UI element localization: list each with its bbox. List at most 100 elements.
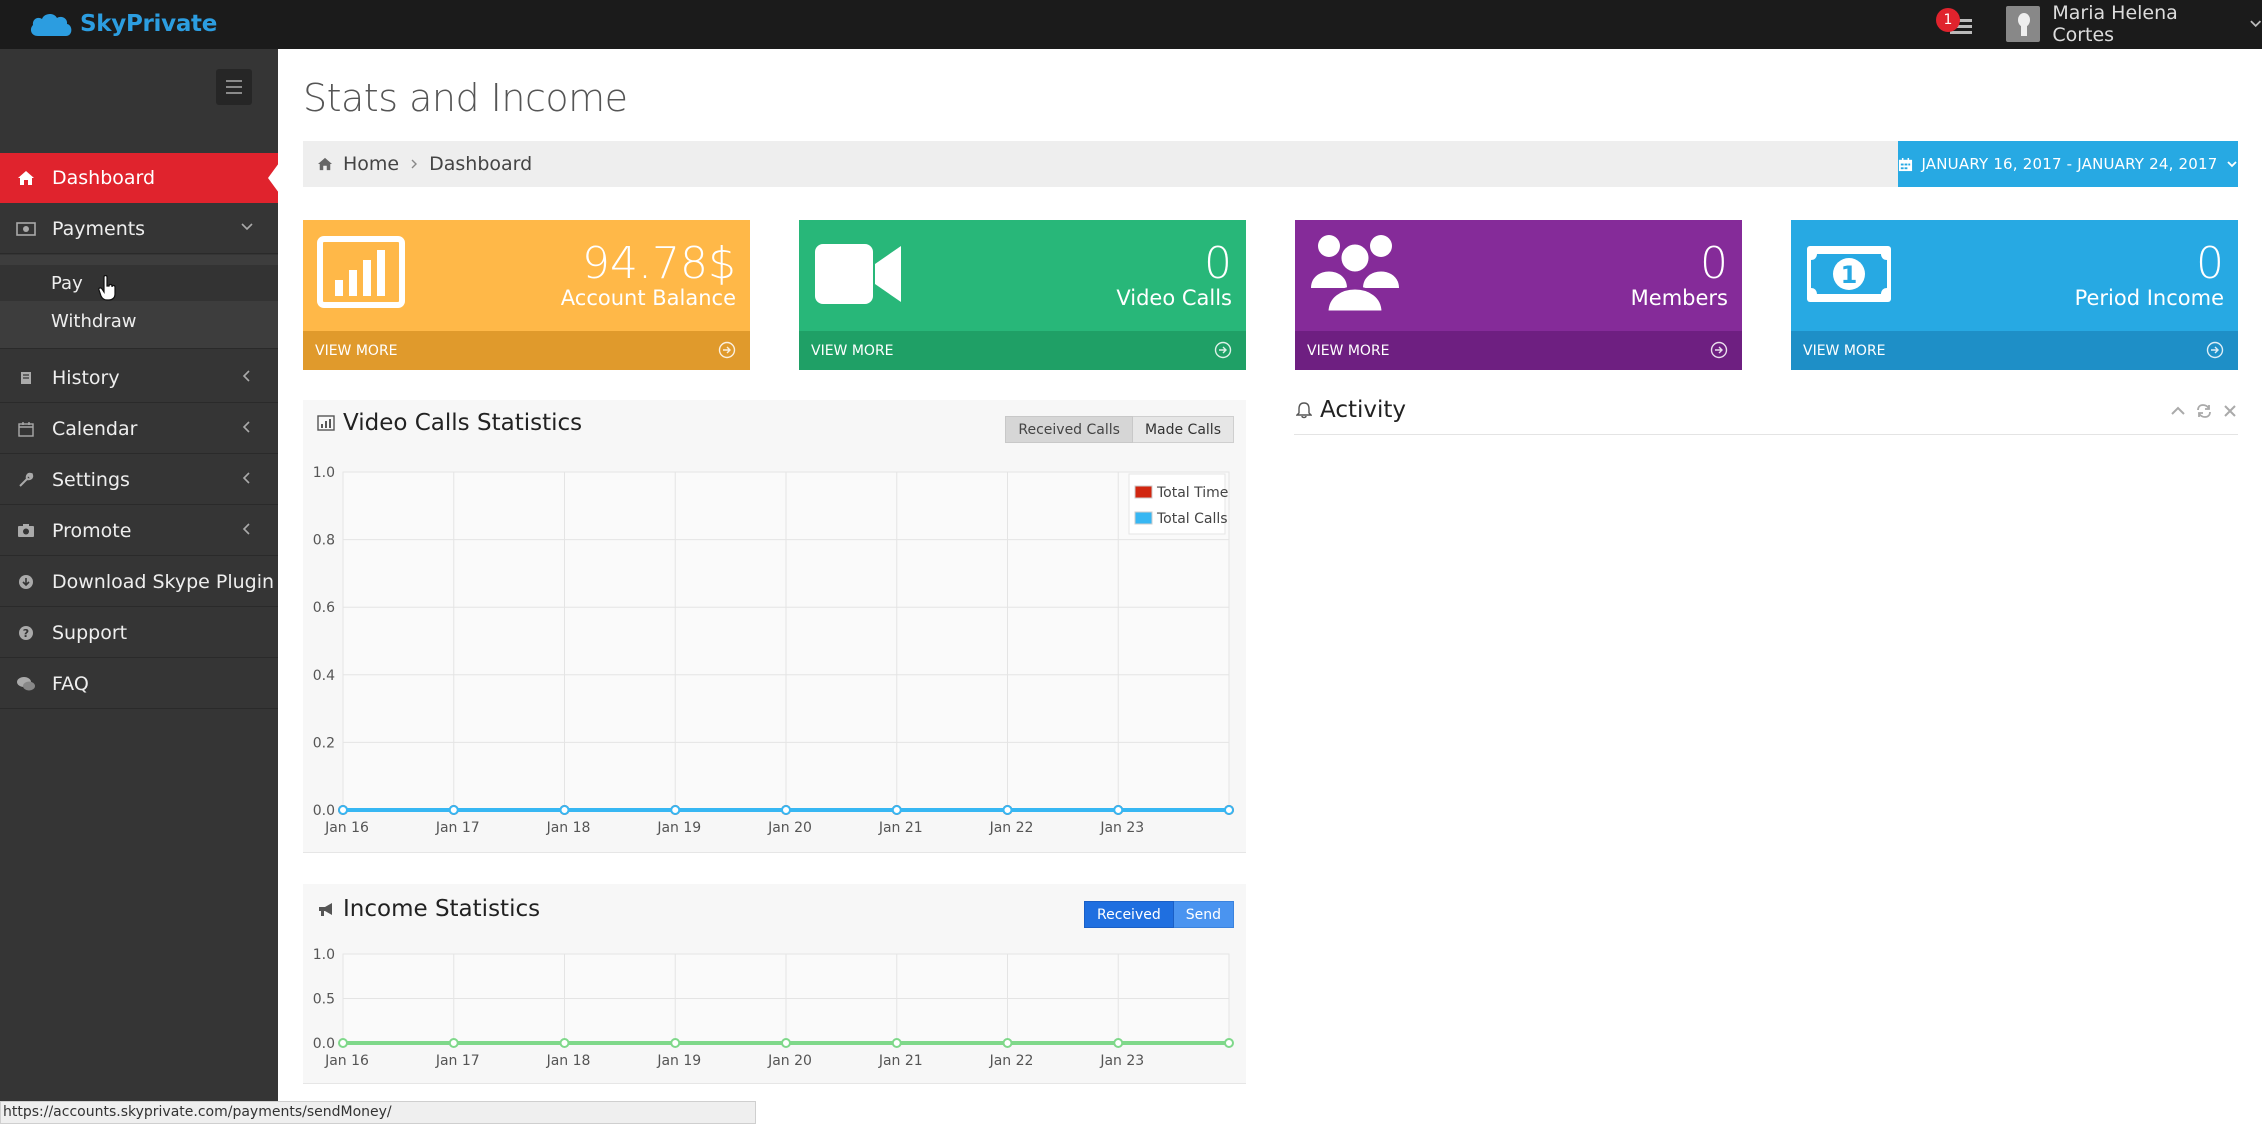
breadcrumb-home-link[interactable]: Home bbox=[343, 153, 399, 175]
x-tick-label: Jan 17 bbox=[435, 820, 480, 836]
logo[interactable]: SkyPrivate bbox=[28, 6, 217, 42]
activity-panel: Activity bbox=[1294, 395, 2238, 435]
breadcrumb-current: Dashboard bbox=[429, 153, 533, 175]
card-label: Members bbox=[1630, 286, 1728, 310]
income-panel: Income Statistics Received Send 1.0 0.5 0.… bbox=[303, 884, 1246, 1084]
x-tick-label: Jan 21 bbox=[878, 1053, 923, 1069]
data-point bbox=[891, 805, 902, 815]
x-tick-label: Jan 22 bbox=[989, 1053, 1034, 1069]
bar-chart-icon bbox=[317, 236, 405, 308]
bell-icon bbox=[1296, 402, 1312, 419]
arrow-circle-right-icon bbox=[1214, 341, 1232, 359]
view-more-label: VIEW MORE bbox=[811, 342, 894, 359]
legend-swatch bbox=[1134, 511, 1153, 525]
data-point bbox=[448, 805, 459, 815]
sidebar-item-label: Promote bbox=[52, 519, 132, 542]
chevron-left-icon bbox=[242, 523, 250, 535]
comments-icon bbox=[0, 676, 52, 692]
legend-swatch bbox=[1134, 485, 1153, 499]
date-range-button[interactable]: JANUARY 16, 2017 - JANUARY 24, 2017 bbox=[1898, 141, 2238, 187]
question-icon: ? bbox=[0, 625, 52, 641]
sidebar-toggle-button[interactable] bbox=[216, 69, 252, 105]
y-tick-label: 0.8 bbox=[313, 533, 335, 549]
video-camera-icon bbox=[815, 244, 901, 304]
notification-badge: 1 bbox=[1936, 8, 1960, 32]
sidebar-item-label: FAQ bbox=[52, 672, 89, 695]
sidebar-item-label: Calendar bbox=[52, 417, 138, 440]
view-more-link[interactable]: VIEW MORE bbox=[303, 331, 750, 370]
x-tick-label: Jan 22 bbox=[989, 820, 1034, 836]
camera-icon bbox=[0, 523, 52, 538]
period-income-card: 1 0 Period Income VIEW MORE bbox=[1791, 220, 2238, 370]
browser-status-url: https://accounts.skyprivate.com/payments… bbox=[0, 1101, 756, 1124]
sidebar: Dashboard Payments Pay Withdraw History … bbox=[0, 49, 279, 1124]
hand-cursor-icon bbox=[98, 275, 116, 301]
data-point bbox=[781, 805, 791, 815]
sidebar-item-download-skype-plugin[interactable]: Download Skype Plugin bbox=[0, 557, 278, 607]
data-point bbox=[1113, 1038, 1124, 1048]
chevron-right-icon bbox=[411, 159, 418, 169]
sidebar-item-payments[interactable]: Payments bbox=[0, 204, 278, 254]
data-point bbox=[559, 805, 570, 815]
sidebar-item-faq[interactable]: FAQ bbox=[0, 659, 278, 709]
y-tick-label: 0.6 bbox=[313, 600, 335, 616]
view-more-link[interactable]: VIEW MORE bbox=[1295, 331, 1742, 370]
x-tick-label: Jan 21 bbox=[878, 820, 923, 836]
sidebar-item-promote[interactable]: Promote bbox=[0, 506, 278, 556]
y-tick-label: 0.0 bbox=[313, 1036, 335, 1052]
data-point bbox=[1002, 805, 1013, 815]
sidebar-item-history[interactable]: History bbox=[0, 353, 278, 403]
sidebar-subitem-pay[interactable]: Pay bbox=[0, 265, 278, 301]
sidebar-subitem-withdraw[interactable]: Withdraw bbox=[0, 303, 278, 339]
chevron-left-icon bbox=[242, 370, 250, 382]
data-point bbox=[1002, 1038, 1013, 1048]
sidebar-subitem-label: Withdraw bbox=[51, 310, 137, 332]
x-tick-label: Jan 16 bbox=[324, 1053, 369, 1069]
view-more-link[interactable]: VIEW MORE bbox=[1791, 331, 2238, 370]
chevron-down-icon bbox=[241, 223, 253, 231]
data-point bbox=[781, 1038, 791, 1048]
sidebar-item-label: Dashboard bbox=[52, 167, 156, 189]
data-point bbox=[338, 1038, 348, 1048]
view-more-link[interactable]: VIEW MORE bbox=[799, 331, 1246, 370]
sidebar-subitem-label: Pay bbox=[51, 272, 83, 294]
card-label: Video Calls bbox=[1116, 286, 1232, 310]
calendar-icon bbox=[0, 421, 52, 437]
reload-icon[interactable] bbox=[2196, 403, 2212, 419]
data-point bbox=[891, 1038, 902, 1048]
sidebar-item-calendar[interactable]: Calendar bbox=[0, 404, 278, 454]
x-tick-label: Jan 20 bbox=[767, 1053, 812, 1069]
sidebar-item-dashboard[interactable]: Dashboard bbox=[0, 153, 279, 203]
avatar bbox=[2006, 6, 2041, 42]
cloud-logo-icon bbox=[30, 13, 72, 36]
svg-text:1: 1 bbox=[1841, 261, 1858, 289]
notifications-button[interactable]: 1 bbox=[1936, 6, 1976, 40]
arrow-circle-right-icon bbox=[1710, 341, 1728, 359]
user-menu[interactable]: Maria Helena Cortes bbox=[2006, 2, 2262, 46]
data-point bbox=[670, 805, 681, 815]
card-label: Account Balance bbox=[560, 286, 736, 310]
close-icon[interactable] bbox=[2222, 403, 2238, 419]
chevron-left-icon bbox=[242, 472, 250, 484]
breadcrumb: Home Dashboard JANUARY 16, 2017 - JANUAR… bbox=[303, 141, 2238, 187]
download-icon bbox=[0, 574, 52, 590]
card-value: 94.78$ bbox=[582, 238, 736, 289]
card-value: 0 bbox=[2196, 238, 2224, 289]
collapse-icon[interactable] bbox=[2170, 403, 2186, 419]
chart-legend: Total Time Total Calls bbox=[1128, 473, 1228, 535]
activity-title: Activity bbox=[1320, 397, 1407, 423]
money-bill-icon: 1 bbox=[1807, 246, 1891, 302]
money-icon bbox=[0, 221, 52, 236]
video-calls-chart: 1.0 0.8 0.6 0.4 0.2 0.0Jan 16 Jan 17 Jan 18 Jan … bbox=[313, 465, 1234, 836]
data-point bbox=[338, 805, 348, 815]
x-tick-label: Jan 17 bbox=[435, 1053, 480, 1069]
account-balance-card: 94.78$ Account Balance VIEW MORE bbox=[303, 220, 750, 370]
y-tick-label: 0.0 bbox=[313, 803, 335, 819]
sidebar-item-settings[interactable]: Settings bbox=[0, 455, 278, 505]
sidebar-item-support[interactable]: ? Support bbox=[0, 608, 278, 658]
sidebar-item-label: History bbox=[52, 366, 120, 389]
legend-label: Total Calls bbox=[1156, 511, 1228, 527]
sidebar-item-label: Settings bbox=[52, 468, 130, 491]
chevron-left-icon bbox=[242, 421, 250, 433]
card-label: Period Income bbox=[2074, 286, 2224, 310]
